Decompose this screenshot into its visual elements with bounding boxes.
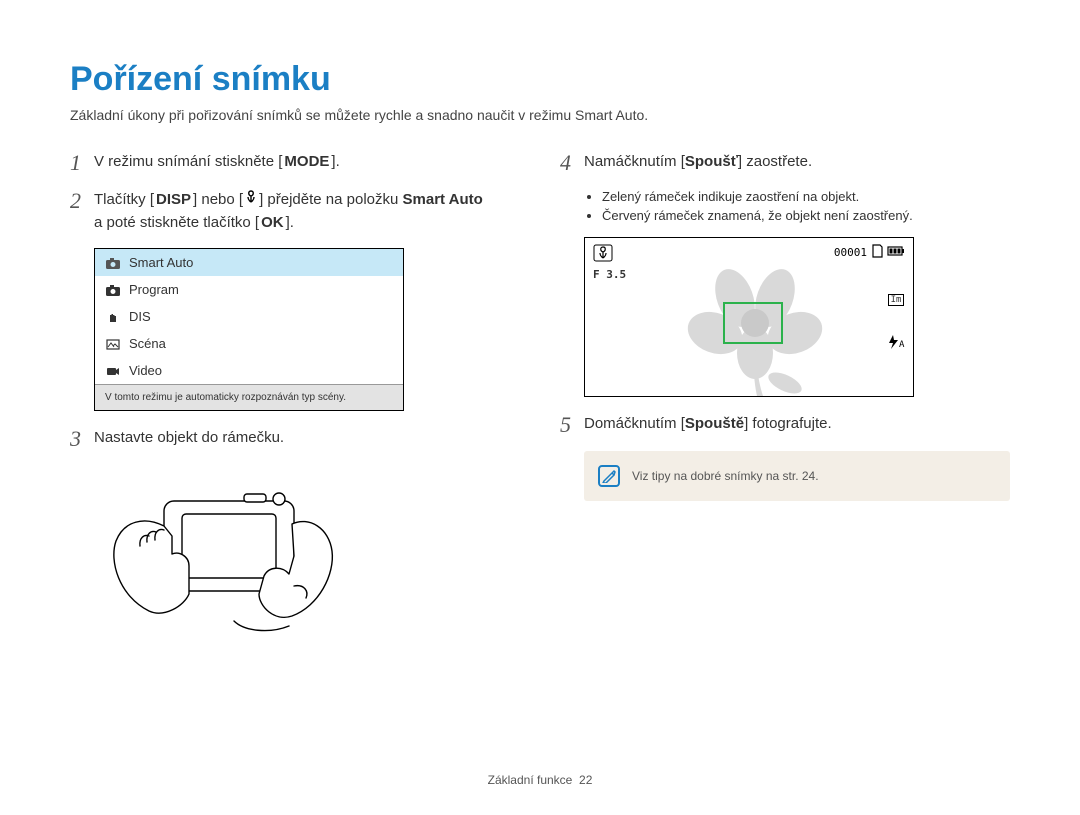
hand-icon	[105, 310, 121, 324]
ok-button-label: OK	[259, 212, 286, 235]
flash-auto-indicator: A	[887, 334, 905, 353]
step-text: Nastavte objekt do rámečku.	[94, 427, 284, 450]
lcd-preview: F 3.5 00001 Im A	[584, 237, 914, 397]
tip-box: Viz tipy na dobré snímky na str. 24.	[584, 451, 1010, 501]
step-text: ].	[286, 214, 294, 231]
camera-p-icon	[105, 283, 121, 297]
step-bold: Spoušť	[685, 153, 738, 170]
mode-button-label: MODE	[282, 151, 331, 174]
menu-item-label: Scéna	[129, 336, 166, 351]
macro-indicator-icon	[593, 244, 613, 267]
step-text: Domáčknutím [	[584, 415, 685, 432]
step-text: Tlačítky [	[94, 191, 154, 208]
step-text: a poté stiskněte tlačítko [	[94, 214, 259, 231]
step-text: ] fotografujte.	[744, 415, 832, 432]
footer-page: 22	[579, 773, 592, 787]
step-4: 4 Namáčknutím [Spoušť] zaostřete.	[560, 151, 1010, 175]
step-bold: Spouště	[685, 415, 744, 432]
bullet-green: Zelený rámeček indikuje zaostření na obj…	[602, 189, 1010, 204]
image-size-indicator: Im	[888, 294, 905, 306]
step-1: 1 V režimu snímání stiskněte [MODE].	[70, 151, 520, 175]
camera-hold-illustration	[94, 466, 520, 641]
menu-item-video[interactable]: Video	[95, 357, 403, 384]
mode-menu: Smart Auto Program DIS Scéna Video	[94, 248, 404, 411]
step-2: 2 Tlačítky [DISP] nebo [ ] přejděte na po…	[70, 189, 520, 234]
menu-item-label: Video	[129, 363, 162, 378]
video-icon	[105, 364, 121, 378]
step-text: ] nebo [	[193, 191, 243, 208]
menu-item-program[interactable]: Program	[95, 276, 403, 303]
step-number: 1	[70, 151, 94, 175]
scene-icon	[105, 337, 121, 351]
note-icon	[598, 465, 620, 487]
page-footer: Základní funkce 22	[0, 773, 1080, 787]
step-number: 2	[70, 189, 94, 213]
step-text: Namáčknutím [	[584, 153, 685, 170]
menu-item-label: DIS	[129, 309, 151, 324]
step-text: ].	[331, 153, 339, 170]
menu-item-dis[interactable]: DIS	[95, 303, 403, 330]
menu-item-label: Smart Auto	[129, 255, 193, 270]
step-text: ] přejděte na položku	[259, 191, 402, 208]
bullet-red: Červený rámeček znamená, že objekt není …	[602, 208, 1010, 223]
tip-text: Viz tipy na dobré snímky na str. 24.	[632, 469, 819, 483]
menu-item-label: Program	[129, 282, 179, 297]
footer-label: Základní funkce	[488, 773, 573, 787]
menu-hint: V tomto režimu je automaticky rozpoznává…	[95, 384, 403, 410]
step-number: 3	[70, 427, 94, 451]
focus-rectangle	[723, 302, 783, 344]
svg-text:A: A	[899, 340, 905, 350]
menu-item-scene[interactable]: Scéna	[95, 330, 403, 357]
disp-button-label: DISP	[154, 189, 193, 212]
step-text: ] zaostřete.	[738, 153, 812, 170]
menu-item-smart-auto[interactable]: Smart Auto	[95, 249, 403, 276]
camera-icon	[105, 256, 121, 270]
sd-card-icon	[871, 244, 883, 261]
f-value: F 3.5	[593, 268, 626, 281]
battery-icon	[887, 245, 905, 260]
step-5: 5 Domáčknutím [Spouště] fotografujte.	[560, 413, 1010, 437]
step-3: 3 Nastavte objekt do rámečku.	[70, 427, 520, 451]
step-text: V režimu snímání stiskněte [	[94, 153, 282, 170]
right-column: 4 Namáčknutím [Spoušť] zaostřete. Zelený…	[560, 151, 1010, 641]
page-title: Pořízení snímku	[70, 60, 1010, 99]
left-column: 1 V režimu snímání stiskněte [MODE]. 2 T…	[70, 151, 520, 641]
shot-counter: 00001	[834, 246, 867, 259]
macro-icon	[243, 189, 259, 212]
step-bold: Smart Auto	[403, 191, 483, 208]
step-number: 4	[560, 151, 584, 175]
page-subtitle: Základní úkony při pořizování snímků se …	[70, 107, 1010, 123]
step-number: 5	[560, 413, 584, 437]
focus-bullets: Zelený rámeček indikuje zaostření na obj…	[584, 189, 1010, 223]
